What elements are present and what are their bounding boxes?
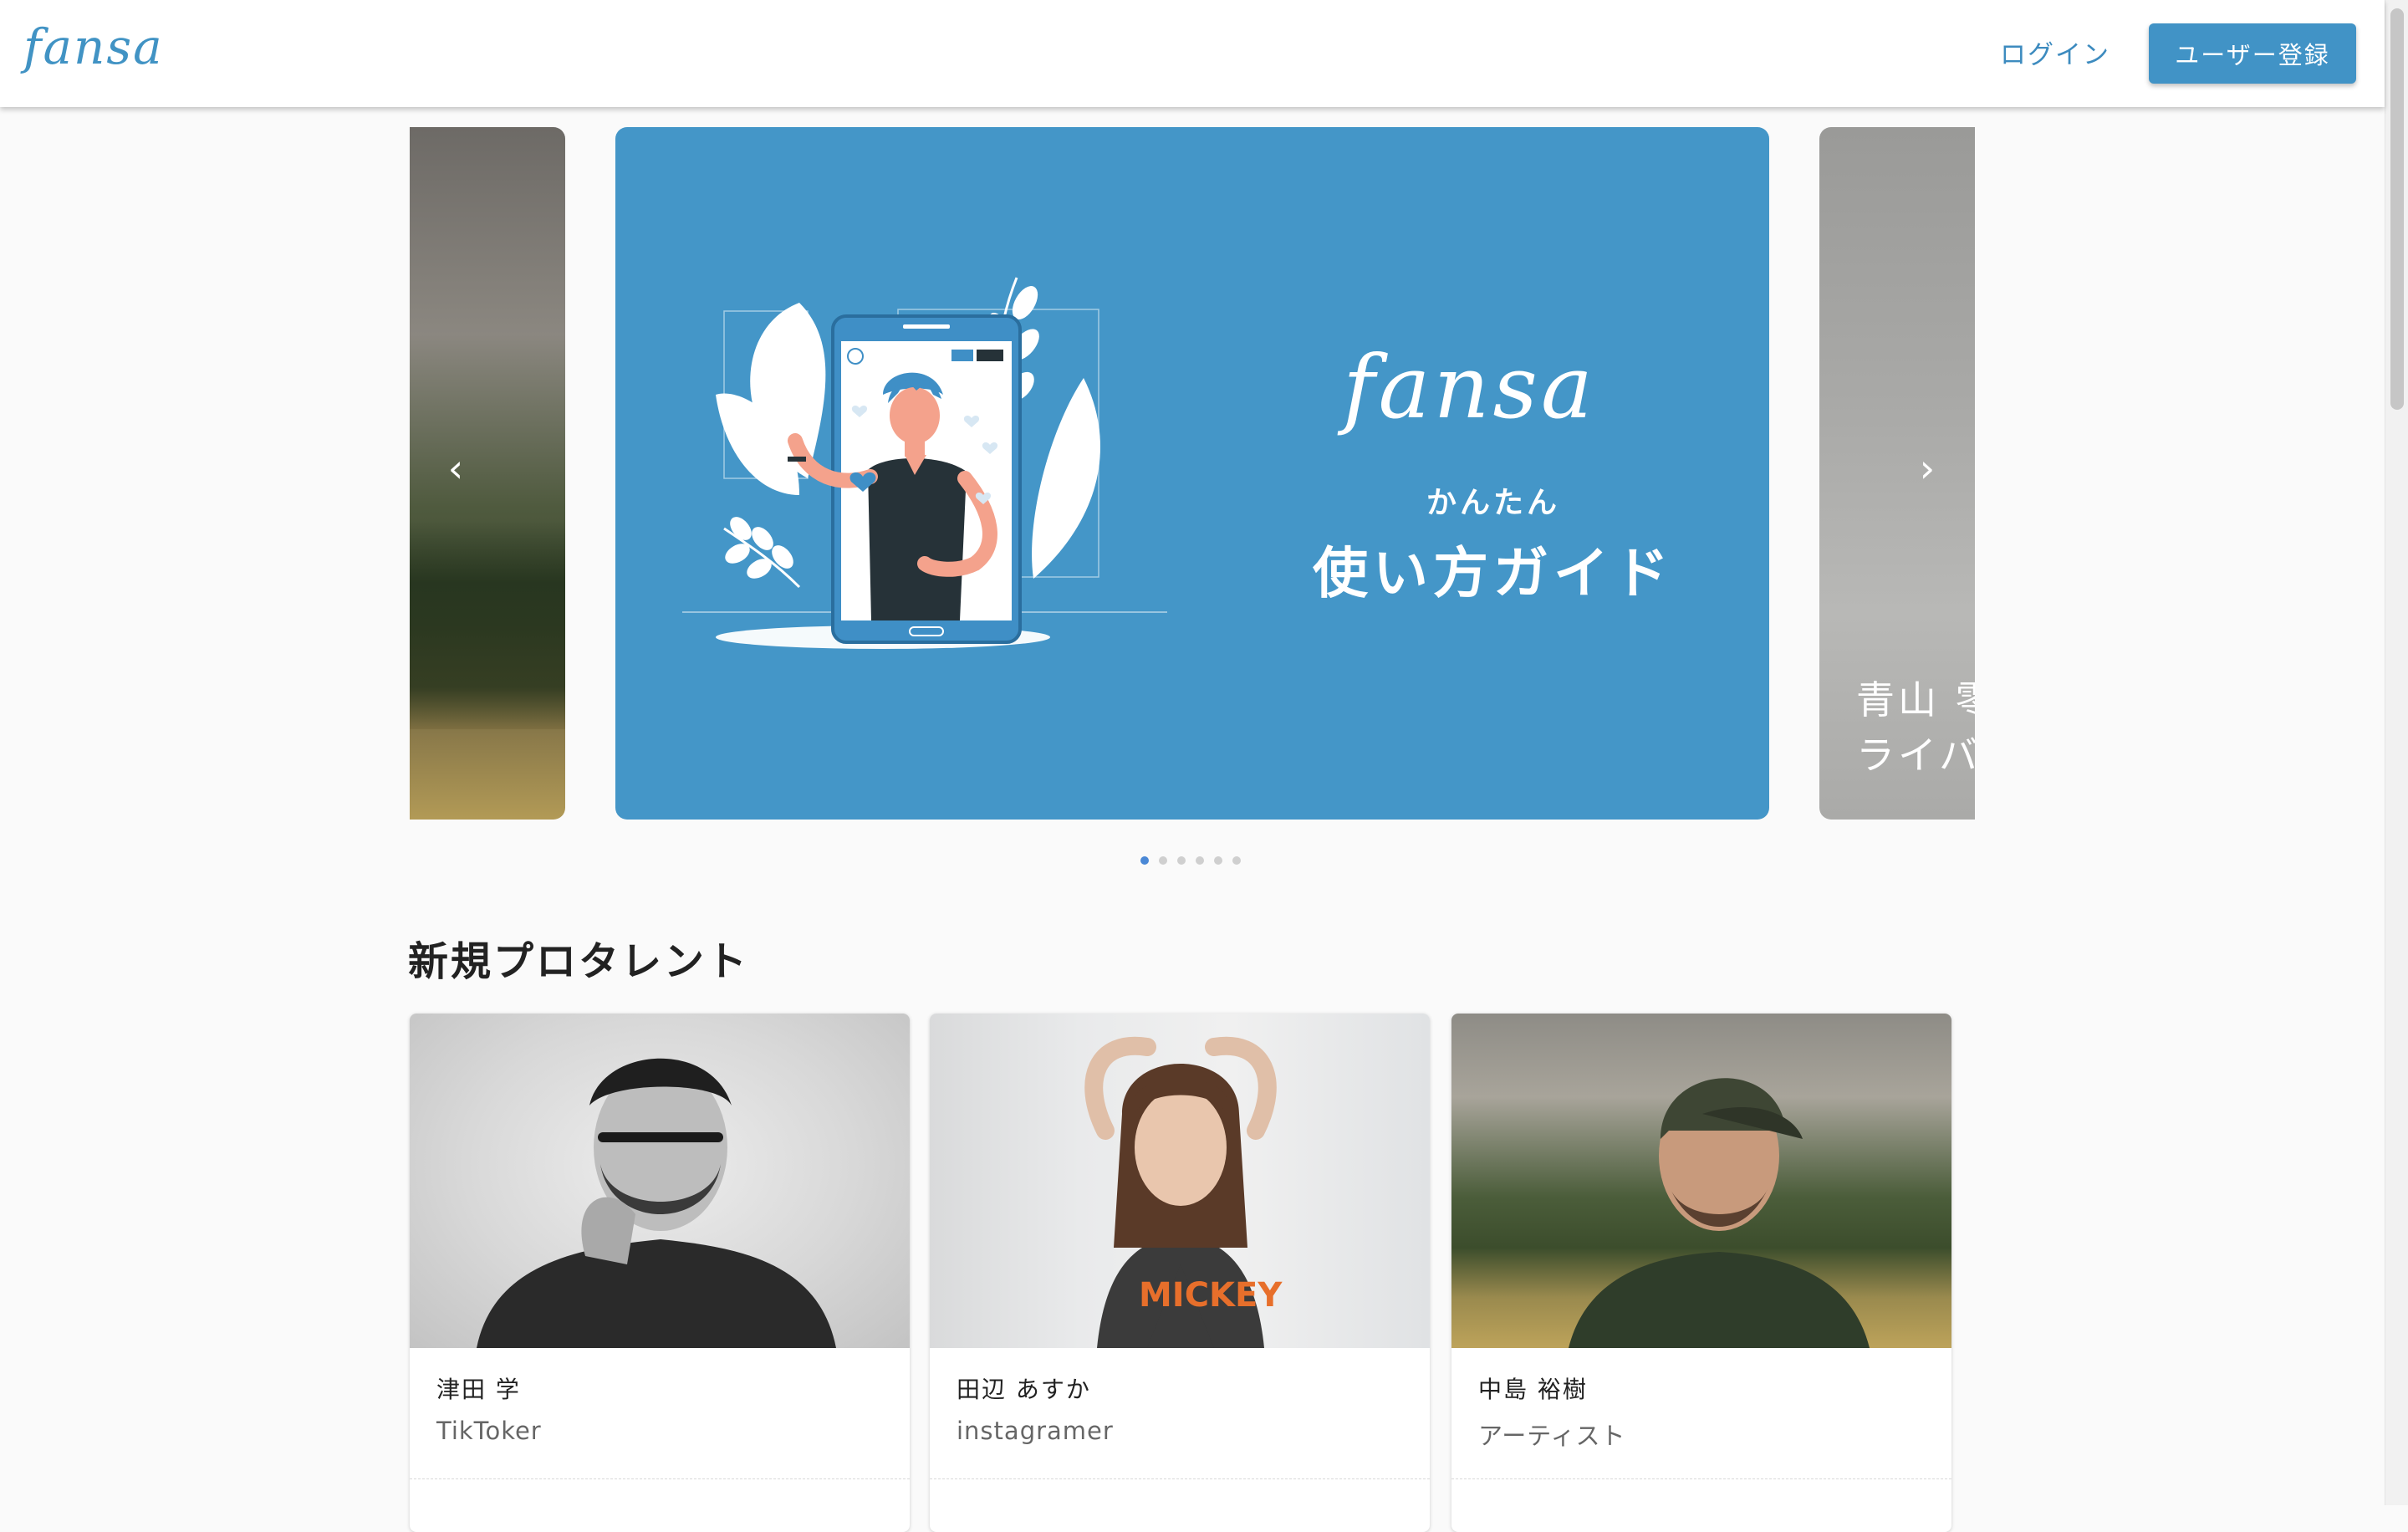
talent-card[interactable]: 中島 裕樹 アーティスト — [1451, 1014, 1951, 1532]
talent-photo-figure — [477, 1058, 836, 1348]
talent-photo — [1451, 1014, 1951, 1348]
carousel-next-chevron-icon[interactable]: › — [1915, 443, 1940, 493]
talent-role: アーティスト — [1478, 1422, 1626, 1450]
top-header: fansa ログイン ユーザー登録 — [0, 0, 2385, 107]
svg-text:MICKEY: MICKEY — [1139, 1276, 1283, 1315]
page-scrollbar[interactable] — [2385, 0, 2408, 1505]
banner-subtitle: かんたん — [1426, 486, 1560, 520]
talent-name: 津田 学 — [436, 1376, 521, 1403]
hero-carousel: fansa かんたん 使い方ガイド 青山 零 ライバー — [410, 127, 1975, 820]
talent-photo — [410, 1014, 910, 1348]
carousel-slide-next[interactable]: 青山 零 ライバー — [1819, 127, 1975, 820]
talent-role: instagramer — [957, 1417, 1114, 1445]
banner-title: 使い方ガイド — [1313, 541, 1674, 605]
signup-button[interactable]: ユーザー登録 — [2149, 23, 2356, 84]
site-logo[interactable]: fansa — [23, 18, 164, 75]
talent-card-list: 津田 学 TikToker MICKEY 田辺 あすか instagramer — [410, 1014, 1953, 1532]
pagination-dot[interactable] — [1232, 856, 1241, 865]
talent-photo-figure: MICKEY — [1084, 1036, 1283, 1348]
slide-caption-role: ライバー — [1856, 733, 1975, 778]
slide-caption: 青山 零 ライバー — [1856, 672, 1975, 783]
pagination-dot[interactable] — [1177, 856, 1186, 865]
slide-caption-name: 青山 零 — [1856, 677, 1975, 723]
talent-name: 中島 裕樹 — [1478, 1376, 1588, 1403]
carousel-slide-prev[interactable] — [410, 127, 565, 820]
talent-name: 田辺 あすか — [957, 1376, 1091, 1403]
carousel-pagination — [1140, 856, 1241, 868]
slide-photo-forest — [410, 520, 565, 729]
phone-guide-illustration — [682, 277, 1167, 649]
pagination-dot[interactable] — [1159, 856, 1167, 865]
card-divider — [410, 1478, 910, 1479]
login-link[interactable]: ログイン — [2000, 33, 2110, 71]
card-divider — [1451, 1478, 1951, 1479]
card-divider — [930, 1478, 1430, 1479]
carousel-prev-chevron-icon[interactable]: ‹ — [443, 443, 468, 493]
talent-photo: MICKEY — [930, 1014, 1430, 1348]
banner-brand-logo: fansa — [1343, 336, 1596, 438]
talent-role: TikToker — [436, 1417, 542, 1445]
section-title-new-talents: 新規プロタレント — [408, 938, 750, 985]
pagination-dot[interactable] — [1196, 856, 1204, 865]
talent-card[interactable]: MICKEY 田辺 あすか instagramer — [930, 1014, 1430, 1532]
pagination-dot[interactable] — [1140, 856, 1149, 865]
carousel-slide-guide[interactable]: fansa かんたん 使い方ガイド — [615, 127, 1769, 820]
talent-photo-figure — [1569, 1078, 1870, 1348]
talent-card[interactable]: 津田 学 TikToker — [410, 1014, 910, 1532]
scrollbar-thumb[interactable] — [2390, 8, 2404, 410]
pagination-dot[interactable] — [1214, 856, 1222, 865]
